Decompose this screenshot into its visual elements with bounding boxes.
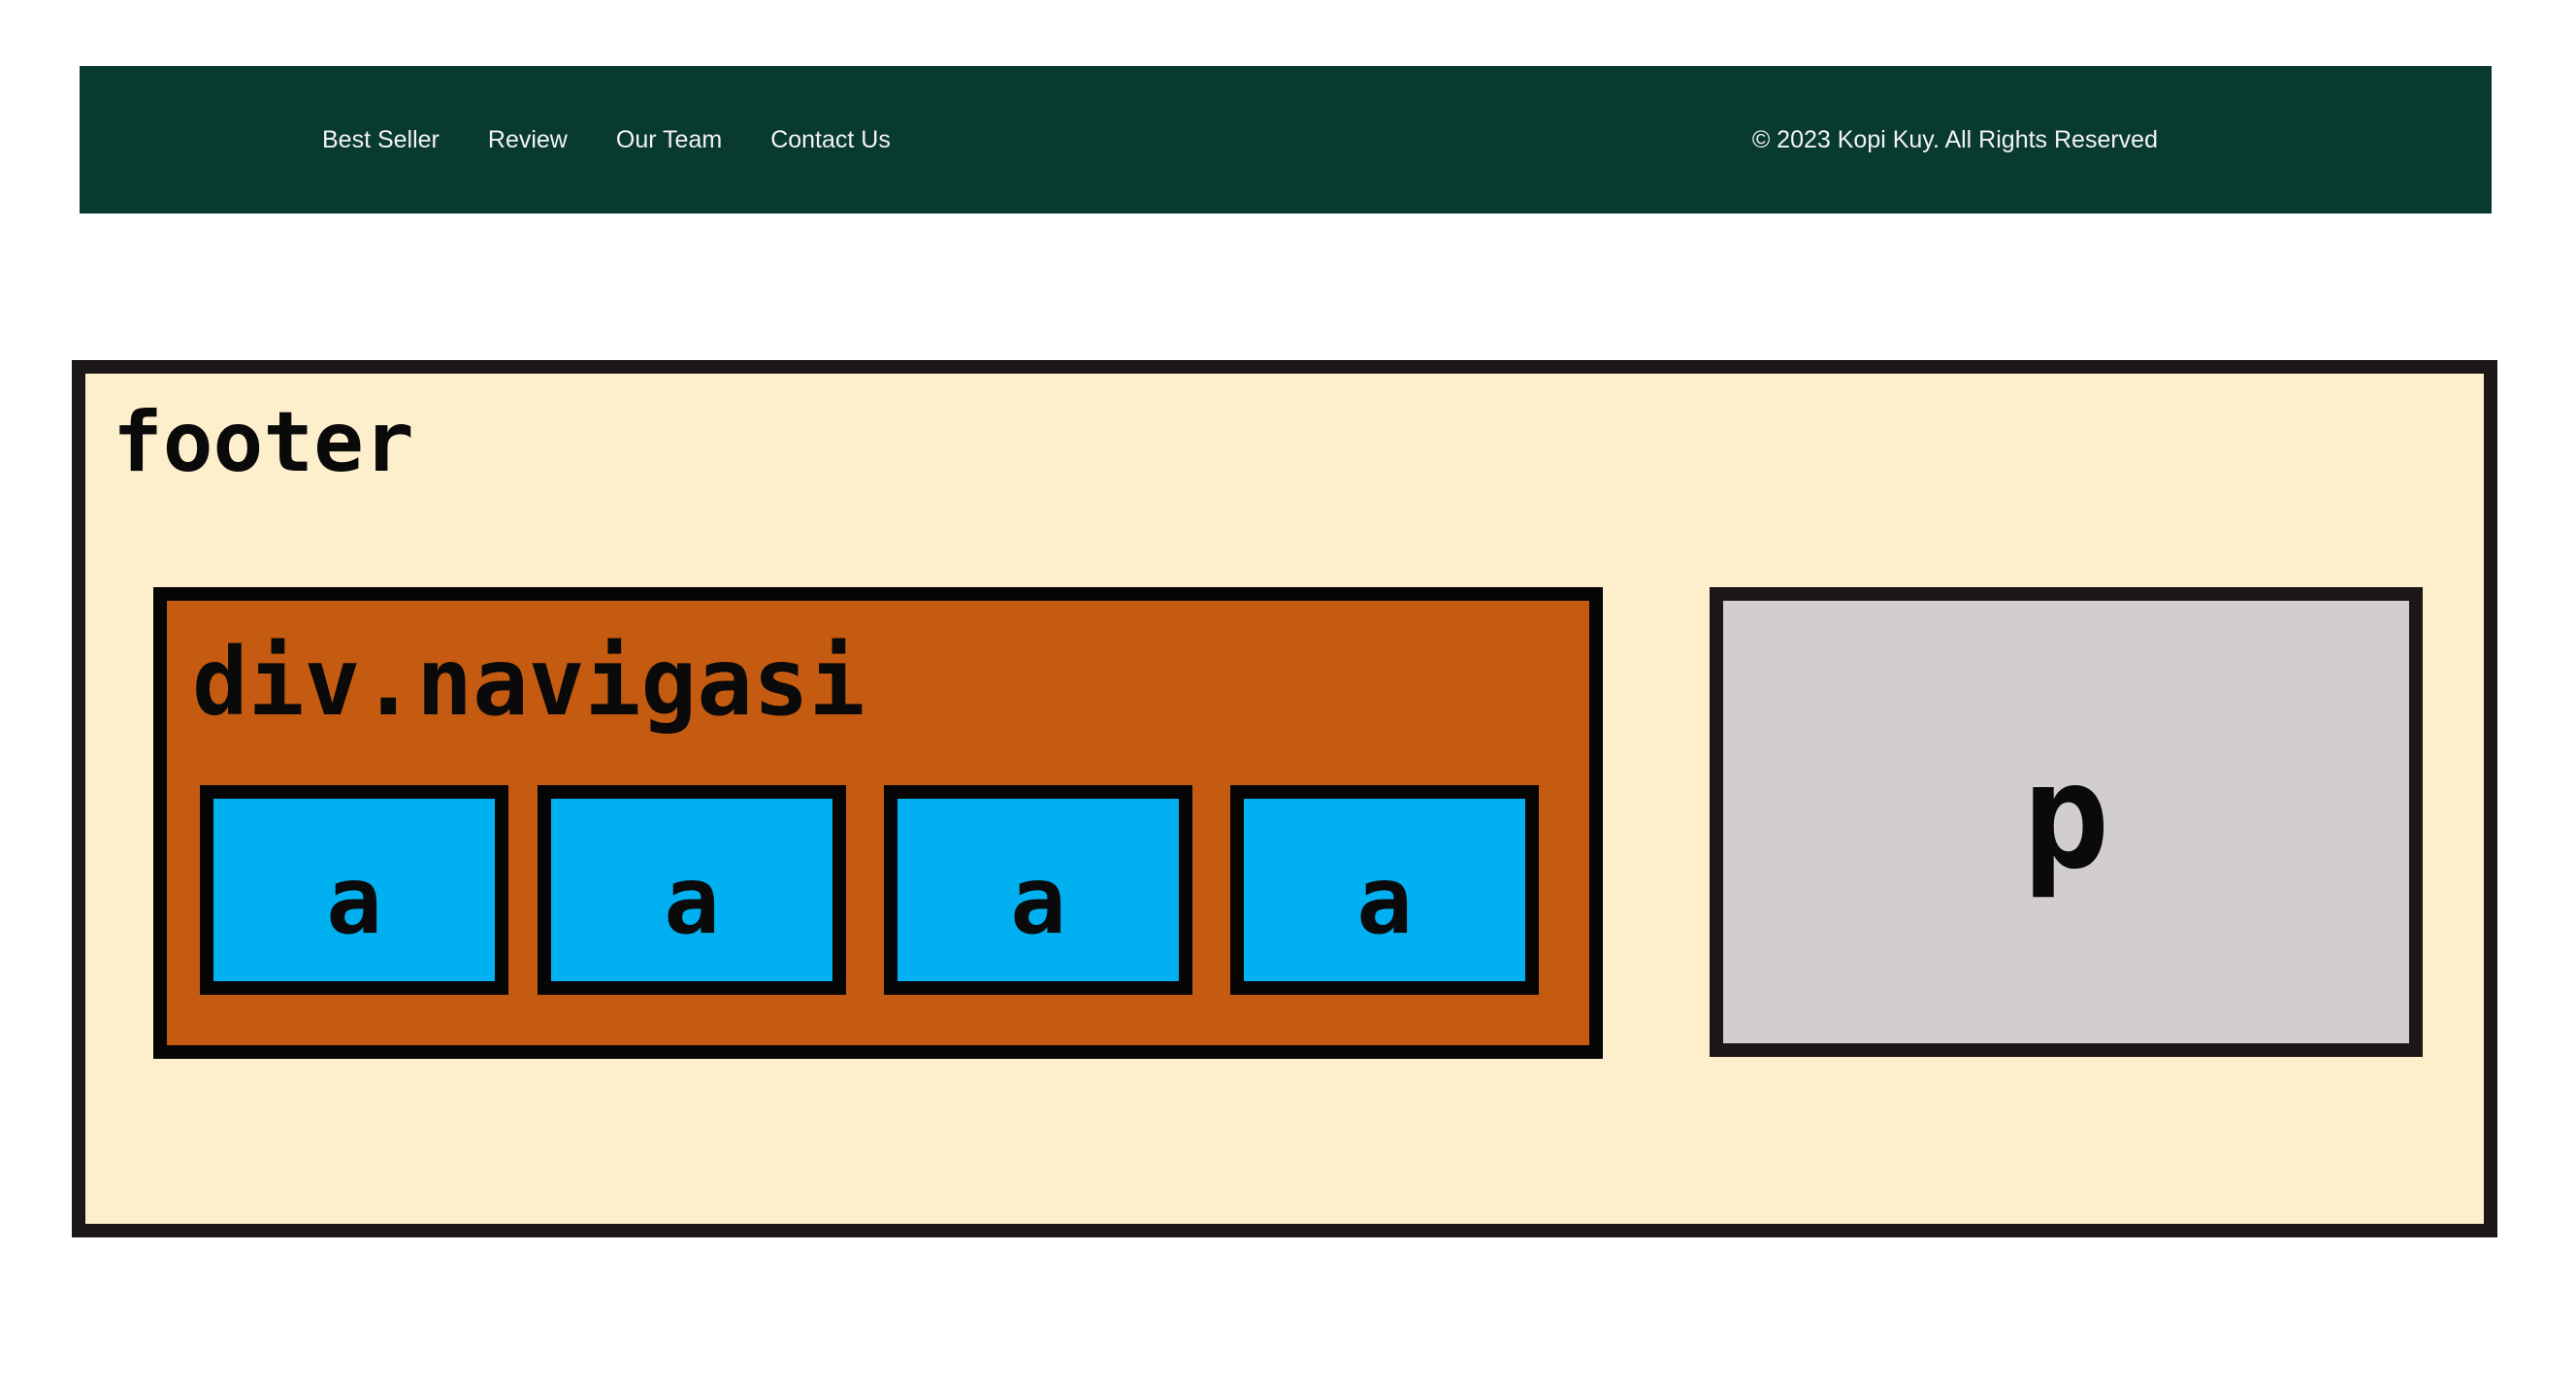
footer-box-label: footer [113, 394, 414, 491]
anchor-box-label: a [664, 846, 720, 955]
anchor-box-label: a [326, 846, 382, 955]
paragraph-diagram-box: p [1710, 587, 2423, 1057]
navigasi-box-label: div.navigasi [192, 628, 865, 737]
anchor-row: a a a a [200, 785, 1543, 995]
footer-navigation: Best Seller Review Our Team Contact Us [322, 66, 891, 214]
navigasi-diagram-box: div.navigasi a a a a [153, 587, 1603, 1059]
copyright-text: © 2023 Kopi Kuy. All Rights Reserved [1751, 125, 2158, 153]
anchor-box-label: a [1010, 846, 1066, 955]
nav-link-contact-us[interactable]: Contact Us [770, 126, 891, 154]
anchor-diagram-box: a [1230, 785, 1539, 995]
anchor-diagram-box: a [884, 785, 1192, 995]
nav-link-review[interactable]: Review [488, 126, 568, 154]
site-footer: Best Seller Review Our Team Contact Us ©… [80, 66, 2492, 214]
anchor-diagram-box: a [538, 785, 846, 995]
anchor-box-label: a [1356, 846, 1413, 955]
paragraph-box-label: p [2022, 733, 2110, 902]
anchor-diagram-box: a [200, 785, 508, 995]
nav-link-best-seller[interactable]: Best Seller [322, 126, 440, 154]
nav-link-our-team[interactable]: Our Team [616, 126, 722, 154]
footer-diagram-box: footer div.navigasi a a a a p [72, 360, 2497, 1237]
